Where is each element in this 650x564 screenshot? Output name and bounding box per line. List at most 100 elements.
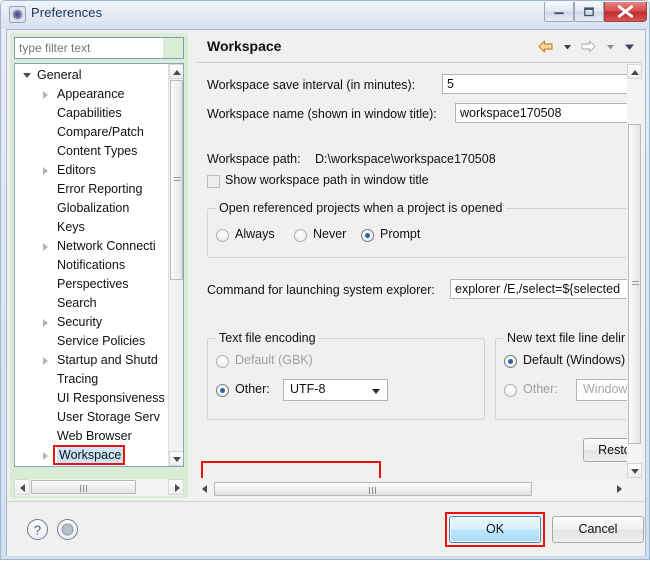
tree-item-appearance[interactable]: Appearance [15, 85, 169, 104]
tree-item-label: Workspace [57, 446, 124, 465]
tree-item-service-policies[interactable]: Service Policies [15, 332, 169, 351]
tree-item-error-reporting[interactable]: Error Reporting [15, 180, 169, 199]
tree-hscroll-thumb[interactable] [31, 480, 136, 494]
page-vertical-scrollbar[interactable] [627, 64, 642, 478]
encoding-combo[interactable]: UTF-8 [283, 379, 388, 401]
tree-item-network-connecti[interactable]: Network Connecti [15, 237, 169, 256]
page-nav-toolbar [534, 39, 636, 59]
tree-item-label: Security [57, 315, 103, 329]
page-horizontal-scrollbar[interactable] [197, 481, 627, 498]
tree-item-notifications[interactable]: Notifications [15, 256, 169, 275]
expander-closed-icon[interactable] [43, 91, 48, 99]
tree-item-web-browser[interactable]: Web Browser [15, 427, 169, 446]
tree-item-label: Search [57, 296, 97, 310]
tree-item-search[interactable]: Search [15, 294, 169, 313]
expander-open-icon[interactable] [23, 73, 31, 78]
window-title: Preferences [31, 5, 103, 20]
page-canvas: Workspace save interval (in minutes): Wo… [197, 64, 642, 478]
workspace-path-label: Workspace path: [207, 152, 301, 166]
tree-item-ui-responsiveness[interactable]: UI Responsiveness [15, 389, 169, 408]
view-menu-chevron-down-icon[interactable] [623, 39, 636, 59]
page-scroll-thumb[interactable] [628, 124, 641, 444]
system-explorer-input[interactable] [450, 279, 642, 299]
show-workspace-path-checkbox[interactable] [207, 175, 220, 188]
scroll-right-button[interactable] [168, 479, 184, 495]
page-scroll-up-button[interactable] [627, 64, 642, 79]
scroll-up-button[interactable] [169, 64, 183, 79]
line-delimiter-group: New text file line delir Default (Window… [495, 331, 642, 420]
open-referenced-projects-group: Open referenced projects when a project … [207, 201, 642, 258]
forward-arrow-icon[interactable] [580, 39, 597, 59]
expander-closed-icon[interactable] [43, 167, 48, 175]
preferences-dialog: Preferences GeneralAp [0, 0, 650, 560]
page-header: Workspace [197, 33, 642, 63]
tree-item-label: Service Policies [57, 334, 146, 348]
maximize-button[interactable] [574, 2, 604, 22]
page-scroll-left-button[interactable] [197, 481, 213, 497]
expander-closed-icon[interactable] [43, 452, 48, 460]
tree-vertical-scrollbar[interactable] [168, 64, 183, 466]
preference-tree-pane: General Appearance Capabilities Compare/Pat… [10, 33, 188, 498]
page-scroll-down-button[interactable] [627, 463, 642, 478]
page-hscroll-thumb[interactable] [214, 482, 532, 496]
tree-item-label: Notifications [57, 258, 126, 272]
tree-item-label: Network Connecti [57, 239, 156, 253]
chevron-down-icon[interactable] [372, 389, 380, 394]
tree-item-perspectives[interactable]: Perspectives [15, 275, 169, 294]
tree-scroll-thumb[interactable] [170, 80, 183, 280]
tree-item-label: Compare/Patch [57, 125, 144, 139]
tree-item-security[interactable]: Security [15, 313, 169, 332]
tree-item-editors[interactable]: Editors [15, 161, 169, 180]
tree-item-user-storage-serv[interactable]: User Storage Serv [15, 408, 169, 427]
close-button[interactable] [604, 2, 647, 22]
scroll-down-button[interactable] [169, 451, 183, 466]
back-arrow-icon[interactable] [537, 39, 554, 59]
radio-encoding-other[interactable] [216, 384, 229, 397]
radio-encoding-default[interactable] [216, 355, 229, 368]
workspace-name-input[interactable] [455, 103, 642, 123]
tree-item-capabilities[interactable]: Capabilities [15, 104, 169, 123]
tree-item-label: Keys [57, 220, 85, 234]
save-interval-input[interactable] [442, 74, 642, 94]
minimize-button[interactable] [544, 2, 574, 22]
radio-prompt[interactable] [361, 229, 374, 242]
tree-item-globalization[interactable]: Globalization [15, 199, 169, 218]
line-delimiter-title: New text file line delir [504, 331, 629, 345]
tree-item-content-types[interactable]: Content Types [15, 142, 169, 161]
preference-tree[interactable]: General Appearance Capabilities Compare/Pat… [14, 63, 184, 467]
tree-item-keys[interactable]: Keys [15, 218, 169, 237]
search-input[interactable] [15, 38, 163, 58]
tree-item-label: User Storage Serv [57, 410, 160, 424]
filter-box[interactable] [14, 37, 184, 59]
radio-delimiter-default[interactable] [504, 355, 517, 368]
tree-item-compare-patch[interactable]: Compare/Patch [15, 123, 169, 142]
help-question-icon[interactable]: ? [27, 519, 48, 540]
filter-clear-icon[interactable] [163, 38, 183, 58]
expander-closed-icon[interactable] [43, 319, 48, 327]
tree-item-workspace[interactable]: Workspace [15, 446, 169, 465]
scroll-left-button[interactable] [14, 479, 30, 495]
radio-prompt-label: Prompt [380, 227, 421, 241]
page-scroll-right-button[interactable] [611, 481, 627, 497]
forward-menu-chevron-down-icon[interactable] [605, 39, 616, 59]
encoding-combo-value: UTF-8 [290, 382, 326, 396]
tree-item-general[interactable]: General [15, 66, 169, 85]
radio-always-label: Always [235, 227, 275, 241]
radio-never[interactable] [294, 229, 307, 242]
radio-always[interactable] [216, 229, 229, 242]
apply-circle-icon[interactable] [57, 519, 78, 540]
tree-item-list: General Appearance Capabilities Compare/Pat… [15, 66, 169, 465]
radio-delimiter-other[interactable] [504, 384, 517, 397]
system-explorer-label: Command for launching system explorer: [207, 283, 435, 297]
tree-item-label: Error Reporting [57, 182, 143, 196]
tree-item-tracing[interactable]: Tracing [15, 370, 169, 389]
expander-closed-icon[interactable] [43, 357, 48, 365]
tree-item-label: Web Browser [57, 429, 132, 443]
expander-closed-icon[interactable] [43, 243, 48, 251]
tree-horizontal-scrollbar[interactable] [14, 479, 184, 496]
radio-encoding-other-label: Other: [235, 382, 270, 396]
dialog-client-area: General Appearance Capabilities Compare/Pat… [6, 29, 646, 556]
back-menu-chevron-down-icon[interactable] [562, 39, 573, 59]
tree-item-startup-and-shutd[interactable]: Startup and Shutd [15, 351, 169, 370]
cancel-button[interactable]: Cancel [552, 516, 644, 543]
